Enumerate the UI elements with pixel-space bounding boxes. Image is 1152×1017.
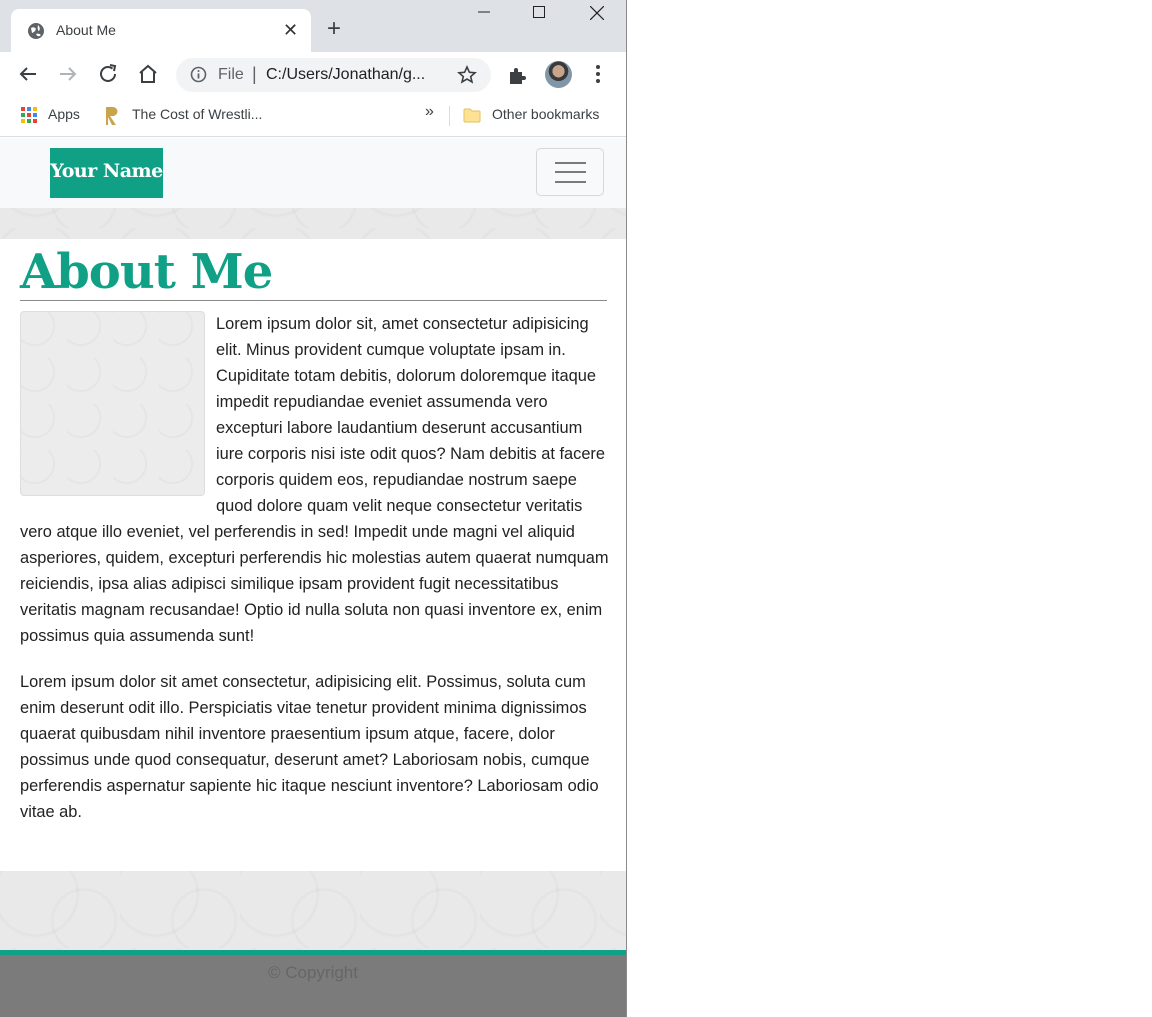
browser-window: About Me ✕ + File | C:/Users/Jonathan/g.… xyxy=(0,0,627,1017)
tab-title: About Me xyxy=(56,22,116,38)
url-scheme: File xyxy=(218,66,244,83)
bookmarks-overflow-button[interactable]: » xyxy=(425,103,434,121)
url-text[interactable]: C:/Users/Jonathan/g... xyxy=(266,66,446,84)
tab-about-me[interactable]: About Me ✕ xyxy=(11,9,311,52)
profile-avatar[interactable] xyxy=(545,61,572,88)
main-content: About Me Lorem ipsum dolor sit, amet con… xyxy=(0,239,626,871)
maximize-button[interactable] xyxy=(519,6,559,30)
home-icon[interactable] xyxy=(136,62,160,86)
about-text: Lorem ipsum dolor sit, amet consectetur … xyxy=(20,311,610,845)
bookmark-other[interactable]: Other bookmarks xyxy=(492,106,599,122)
url-separator: | xyxy=(252,64,257,84)
tab-close-icon[interactable]: ✕ xyxy=(283,19,298,41)
extensions-icon[interactable] xyxy=(507,64,529,86)
address-bar[interactable]: File | C:/Users/Jonathan/g... xyxy=(176,58,491,92)
page-viewport: Your Name About Me Lorem ipsum dolor sit… xyxy=(0,138,626,1017)
bookmarks-divider xyxy=(449,106,450,126)
close-window-button[interactable] xyxy=(577,6,617,30)
bookmark-apps[interactable]: Apps xyxy=(48,106,80,122)
close-icon xyxy=(590,6,604,20)
site-navbar: Your Name xyxy=(0,138,626,208)
back-icon[interactable] xyxy=(16,62,40,86)
forward-icon[interactable] xyxy=(56,62,80,86)
title-divider xyxy=(20,300,607,301)
profile-image-placeholder xyxy=(20,311,205,496)
folder-icon xyxy=(463,108,481,123)
new-tab-button[interactable]: + xyxy=(327,17,341,41)
navbar-toggle-button[interactable] xyxy=(536,148,604,196)
site-footer: © Copyright xyxy=(0,950,626,1017)
bookmarks-bar: Apps The Cost of Wrestli... » Other book… xyxy=(0,97,626,137)
bookmark-cost-of-wrestling[interactable]: The Cost of Wrestli... xyxy=(132,106,262,122)
copyright-text: © Copyright xyxy=(267,963,358,982)
title-bar: About Me ✕ + xyxy=(0,0,626,52)
minimize-icon xyxy=(478,11,490,13)
menu-dots-icon[interactable] xyxy=(595,64,601,84)
bookmark-favicon-icon xyxy=(106,107,118,125)
browser-toolbar: File | C:/Users/Jonathan/g... xyxy=(0,52,626,97)
apps-grid-icon xyxy=(21,107,37,123)
globe-icon xyxy=(28,23,44,39)
page-title: About Me xyxy=(20,244,273,300)
hamburger-icon xyxy=(555,162,586,164)
paragraph: Lorem ipsum dolor sit amet consectetur, … xyxy=(20,673,599,821)
minimize-button[interactable] xyxy=(464,6,504,30)
bookmark-star-icon[interactable] xyxy=(457,65,477,85)
info-icon[interactable] xyxy=(190,66,207,83)
reload-icon[interactable] xyxy=(96,62,120,86)
brand-logo[interactable]: Your Name xyxy=(50,148,163,198)
maximize-icon xyxy=(533,6,545,18)
